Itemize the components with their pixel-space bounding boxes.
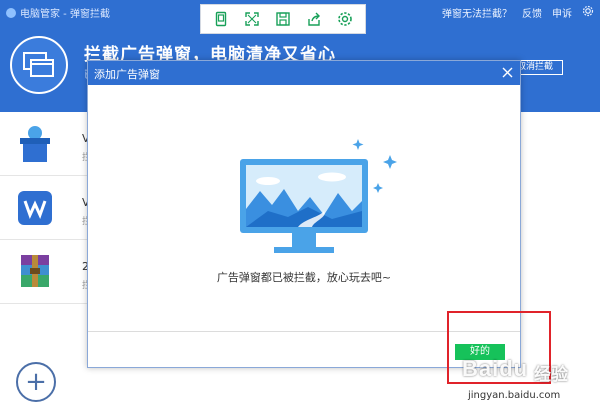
watermark-brand: Baidu	[462, 356, 529, 381]
feedback-link[interactable]: 反馈	[522, 5, 542, 20]
app-title: 电脑管家 - 弹窗拦截	[6, 5, 110, 20]
sparkle-icon	[383, 155, 397, 169]
monitor-illustration	[228, 131, 398, 271]
add-button[interactable]: +	[16, 362, 56, 402]
dialog-message: 广告弹窗都已被拦截，放心玩去吧~	[216, 271, 392, 284]
box-app-icon	[16, 124, 54, 164]
list-item[interactable]: V 拦	[0, 112, 91, 176]
wps-app-icon	[16, 188, 54, 228]
sparkle-icon	[373, 183, 383, 193]
popup-block-hero-icon	[10, 36, 68, 94]
dialog-header: 添加广告弹窗	[88, 61, 520, 85]
complain-link[interactable]: 申诉	[552, 5, 572, 20]
sparkle-icon	[352, 139, 364, 150]
share-icon[interactable]	[302, 8, 326, 30]
watermark-url: jingyan.baidu.com	[468, 390, 561, 401]
phone-icon[interactable]	[209, 8, 233, 30]
list-item[interactable]: 2 拦	[0, 240, 91, 304]
list-item[interactable]: V 拦	[0, 176, 91, 240]
cannot-block-link[interactable]: 弹窗无法拦截？	[442, 5, 512, 20]
dialog-title: 添加广告弹窗	[94, 68, 160, 81]
settings-icon[interactable]	[333, 8, 357, 30]
plus-icon: +	[25, 367, 47, 397]
app-title-text: 电脑管家 - 弹窗拦截	[20, 9, 110, 20]
title-links: 弹窗无法拦截？ 反馈 申诉	[442, 5, 594, 20]
close-icon[interactable]	[498, 63, 516, 81]
save-icon[interactable]	[271, 8, 295, 30]
watermark-jingyan: 经验	[534, 365, 568, 385]
app-logo-icon	[6, 7, 16, 18]
watermark: Baidu 经验 jingyan.baidu.com	[462, 356, 598, 410]
winrar-app-icon	[16, 252, 54, 292]
screenshot-toolbar	[200, 4, 366, 34]
gear-icon[interactable]	[582, 5, 594, 20]
fullscreen-icon[interactable]	[240, 8, 264, 30]
